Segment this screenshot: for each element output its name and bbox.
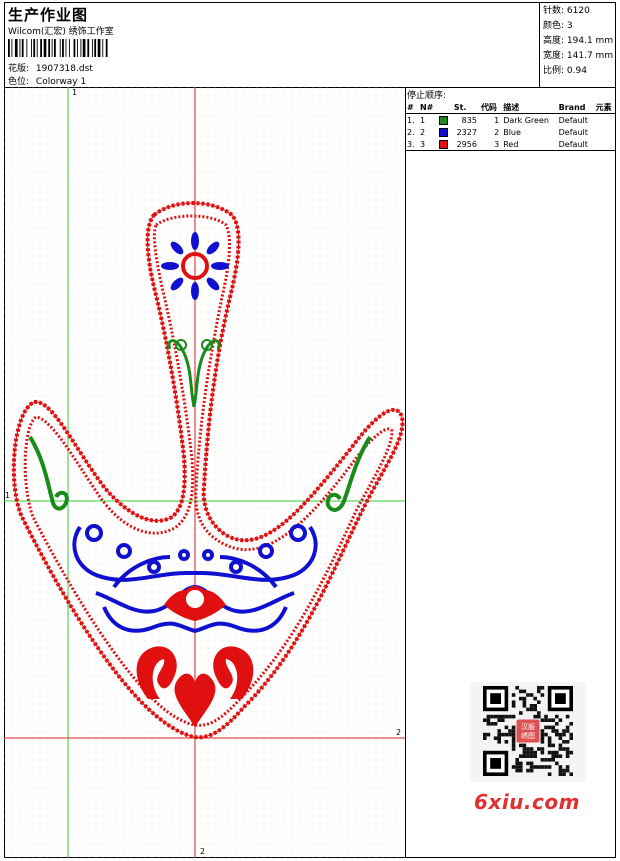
design-file-value: 1907318.dst: [35, 64, 93, 74]
stat-scale: 比例: 0.94: [543, 64, 616, 79]
design-file-row: 花版: 1907318.dst: [8, 61, 93, 74]
cell-stitches: 2327: [456, 127, 477, 137]
qr-code: 汉服绣图: [470, 682, 586, 782]
col-header-index: #: [407, 102, 414, 112]
col-header-code: 代码: [480, 102, 497, 112]
col-header-stitches: St.: [453, 102, 467, 112]
col-header-swatch: [437, 101, 451, 114]
cell-index: 1.: [407, 115, 415, 125]
stat-label: 宽度:: [543, 51, 565, 61]
cell-n: 3: [419, 139, 426, 149]
embroidery-preview: [4, 87, 405, 858]
cell-index: 3.: [407, 139, 415, 149]
design-file-label: 花版:: [8, 64, 30, 74]
col-header-desc: 描述: [503, 102, 520, 112]
cell-brand: Default: [558, 127, 588, 137]
cell-element: [594, 114, 616, 127]
red-center-ring: [182, 586, 208, 612]
page-title: 生产作业图: [8, 6, 89, 24]
cell-desc: Dark Green: [503, 115, 549, 125]
table-row: 1. 1 835 1 Dark Green Default: [405, 114, 616, 127]
cell-brand: Default: [558, 115, 588, 125]
stat-value: 6120: [566, 6, 590, 16]
stats-panel: 针数: 6120 颜色: 3 高度: 194.1 mm 宽度: 141.7 mm…: [539, 2, 616, 88]
stop-sequence-title: 停止顺序:: [407, 91, 447, 101]
cell-desc: Red: [503, 139, 519, 149]
table-header-row: # N# St. 代码 描述 Brand 元素: [405, 101, 616, 114]
colorway-value: Colorway 1: [35, 77, 87, 87]
color-swatch: [439, 139, 449, 149]
svg-text:汉服: 汉服: [521, 723, 535, 731]
stat-height: 高度: 194.1 mm: [543, 34, 616, 49]
stat-label: 比例:: [543, 66, 565, 76]
col-header-n: N#: [419, 102, 434, 112]
cell-element: [594, 138, 616, 151]
company-name: Wilcom(汇宏) 绣饰工作室: [8, 27, 114, 37]
cell-desc: Blue: [503, 127, 521, 137]
header: 生产作业图 Wilcom(汇宏) 绣饰工作室 花版: 1907318.dst 色…: [4, 2, 616, 88]
col-header-brand: Brand: [558, 102, 586, 112]
table-row: 2. 2 2327 2 Blue Default: [405, 126, 616, 138]
stat-stitches: 针数: 6120: [543, 4, 616, 19]
colorway-label: 色位:: [8, 77, 30, 87]
stat-value: 0.94: [566, 66, 587, 76]
watermark-text: 6xiu.com: [474, 790, 580, 814]
stop-sequence-table: # N# St. 代码 描述 Brand 元素 1. 1 835 1 Dark Gree…: [405, 101, 616, 151]
svg-text:绣图: 绣图: [521, 731, 535, 740]
color-swatch: [439, 115, 449, 125]
cell-code: 3: [494, 139, 500, 149]
cell-swatch: [437, 114, 451, 127]
stat-label: 针数:: [543, 6, 565, 16]
cell-index: 2.: [407, 127, 415, 137]
guide-label-h-red: 2: [396, 728, 402, 737]
stat-label: 颜色:: [543, 21, 565, 31]
color-swatch: [439, 127, 449, 137]
cell-code: 1: [494, 115, 500, 125]
guide-label-h-green: 1: [5, 491, 11, 500]
colorway-row: 色位: Colorway 1: [8, 74, 86, 87]
cell-element: [594, 126, 616, 138]
stat-value: 194.1 mm: [566, 36, 614, 46]
stat-colors: 颜色: 3: [543, 19, 616, 34]
stop-sequence-panel: 停止顺序: # N# St. 代码 描述 Brand 元素 1. 1 835 1 Dar…: [405, 87, 616, 151]
guide-label-v-green: 1: [72, 88, 78, 97]
cell-n: 2: [419, 127, 426, 137]
barcode: [8, 39, 108, 57]
stat-label: 高度:: [543, 36, 565, 46]
cell-swatch: [437, 126, 451, 138]
cell-swatch: [437, 138, 451, 151]
design-canvas[interactable]: 1 1 2 2: [4, 87, 406, 858]
table-row: 3. 3 2956 3 Red Default: [405, 138, 616, 151]
cell-code: 2: [494, 127, 500, 137]
stat-value: 3: [566, 21, 573, 31]
cell-n: 1: [419, 115, 426, 125]
cell-stitches: 835: [461, 115, 477, 125]
stat-width: 宽度: 141.7 mm: [543, 49, 616, 64]
cell-brand: Default: [558, 139, 588, 149]
cell-stitches: 2956: [456, 139, 477, 149]
guide-label-v-red: 2: [200, 847, 206, 856]
stat-value: 141.7 mm: [566, 51, 614, 61]
col-header-element: 元素: [595, 102, 612, 112]
